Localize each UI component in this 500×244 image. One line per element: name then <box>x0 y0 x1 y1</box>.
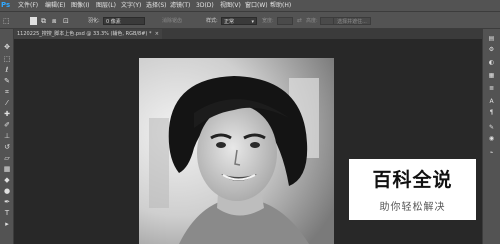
paragraph-panel-icon[interactable]: ¶ <box>487 109 496 117</box>
feather-input[interactable]: 0 像素 <box>103 17 145 25</box>
path-select-icon[interactable]: ▸ <box>3 220 11 228</box>
subtract-selection-icon[interactable]: ⧈ <box>52 17 59 25</box>
menu-file[interactable]: 文件(F) <box>18 0 38 11</box>
move-icon[interactable]: ✥ <box>3 43 11 51</box>
width-label: 宽度: <box>262 18 274 24</box>
pen-icon[interactable]: ✒ <box>3 198 11 206</box>
menu-layer[interactable]: 图层(L) <box>96 0 116 11</box>
history-brush-icon[interactable]: ↺ <box>3 143 11 151</box>
gradient-icon[interactable]: ▦ <box>3 165 11 173</box>
tool-preset-icon[interactable]: ⬚ <box>3 17 12 25</box>
brush-icon[interactable]: ✐ <box>3 121 11 129</box>
eraser-icon[interactable]: ▱ <box>3 154 11 162</box>
photoshop-logo: Ps <box>1 1 11 9</box>
stamp-icon[interactable]: ⊥ <box>3 132 11 140</box>
menu-view[interactable]: 视图(V) <box>220 0 241 11</box>
antialias-checkbox[interactable]: 消除锯齿 <box>162 17 182 25</box>
width-input[interactable] <box>277 17 293 25</box>
select-and-mask-button[interactable]: 选择并遮住... <box>333 17 371 25</box>
menu-edit[interactable]: 编辑(E) <box>45 0 65 11</box>
options-bar: ⬚ ⧉ ⧈ ⊡ 羽化: 0 像素 消除锯齿 样式: 正常 ▾ 宽度: ⇄ 高度: … <box>0 11 500 29</box>
intersect-selection-icon[interactable]: ⊡ <box>63 17 70 25</box>
lasso-icon[interactable]: ℓ <box>3 66 11 74</box>
new-selection-icon[interactable] <box>30 17 37 25</box>
menu-help[interactable]: 帮助(H) <box>270 0 291 11</box>
healing-icon[interactable]: ✚ <box>3 110 11 118</box>
style-value: 正常 <box>224 19 235 25</box>
quick-select-icon[interactable]: ✎ <box>3 77 11 85</box>
style-label: 样式: <box>206 18 218 24</box>
menu-image[interactable]: 图像(I) <box>71 0 89 11</box>
feather-label: 羽化: <box>88 18 100 24</box>
right-panel-dock: ▤ ⚙ ◐ ▦ ≣ A ¶ ✎ ◉ ⌁ <box>482 29 500 244</box>
document-photo <box>139 58 334 244</box>
watermark-subtitle: 助你轻松解决 <box>379 202 446 213</box>
channels-panel-icon[interactable]: ◉ <box>487 135 496 143</box>
add-selection-icon[interactable]: ⧉ <box>41 17 48 25</box>
history-panel-icon[interactable]: ▤ <box>487 35 496 43</box>
document-tab[interactable]: 1120225_搜搜_脚本上色.psd @ 33.3% (辅色, RGB/8#)… <box>14 29 162 39</box>
menu-select[interactable]: 选择(S) <box>146 0 167 11</box>
height-label: 高度: <box>306 18 318 24</box>
tools-panel: ✥ ⬚ ℓ ✎ ⌗ ⁄ ✚ ✐ ⊥ ↺ ▱ ▦ ◆ ● ✒ T ▸ <box>0 29 14 244</box>
eyedropper-icon[interactable]: ⁄ <box>3 99 11 107</box>
swap-icon[interactable]: ⇄ <box>297 17 303 25</box>
blur-icon[interactable]: ◆ <box>3 176 11 184</box>
dodge-icon[interactable]: ● <box>3 187 11 195</box>
menu-bar: Ps 文件(F) 编辑(E) 图像(I) 图层(L) 文字(Y) 选择(S) 滤… <box>0 0 500 11</box>
type-icon[interactable]: T <box>3 209 11 217</box>
marquee-icon[interactable]: ⬚ <box>3 55 11 63</box>
menu-type[interactable]: 文字(Y) <box>121 0 141 11</box>
watermark-title: 百科全说 <box>372 169 453 191</box>
chevron-down-icon: ▾ <box>251 19 254 25</box>
watermark-badge: 百科全说 助你轻松解决 <box>349 159 476 220</box>
crop-icon[interactable]: ⌗ <box>3 88 11 96</box>
style-select[interactable]: 正常 ▾ <box>221 17 257 25</box>
document-tab-title: 1120225_搜搜_脚本上色.psd @ 33.3% (辅色, RGB/8#)… <box>17 31 152 37</box>
paths-panel-icon[interactable]: ⌁ <box>487 149 496 157</box>
swatches-panel-icon[interactable]: ▦ <box>487 72 496 80</box>
menu-filter[interactable]: 滤镜(T) <box>170 0 190 11</box>
close-icon[interactable]: × <box>155 29 159 39</box>
brush-settings-icon[interactable]: ✎ <box>487 124 496 132</box>
adjustments-panel-icon[interactable]: ◐ <box>487 59 496 67</box>
layers-panel-icon[interactable]: ≣ <box>487 85 496 93</box>
properties-panel-icon[interactable]: ⚙ <box>487 46 496 54</box>
document-tab-bar: 1120225_搜搜_脚本上色.psd @ 33.3% (辅色, RGB/8#)… <box>14 29 482 39</box>
character-panel-icon[interactable]: A <box>487 98 496 106</box>
portrait-image <box>139 58 334 244</box>
menu-window[interactable]: 窗口(W) <box>245 0 268 11</box>
menu-3d[interactable]: 3D(D) <box>196 0 214 11</box>
